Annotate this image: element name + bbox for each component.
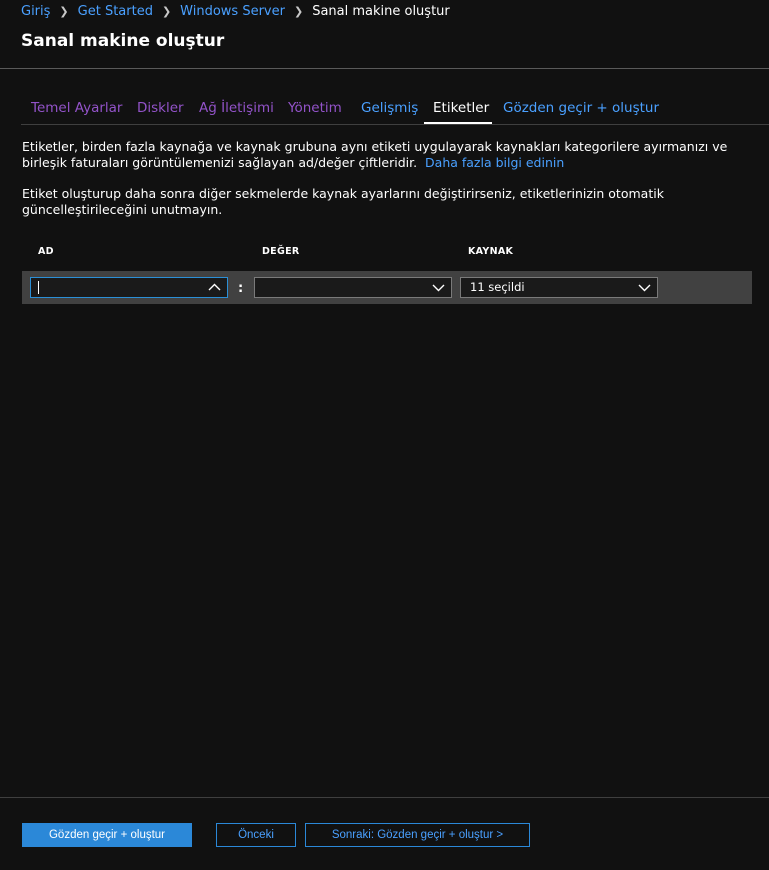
chevron-up-icon[interactable] [208, 282, 221, 293]
tab-networking[interactable]: Ağ İletişimi [199, 97, 274, 119]
chevron-down-icon[interactable] [432, 282, 445, 293]
name-value-separator: : [238, 281, 244, 296]
tab-advanced[interactable]: Gelişmiş [361, 97, 418, 119]
active-tab-indicator [424, 122, 492, 124]
tab-review-create[interactable]: Gözden geçir + oluştur [503, 97, 659, 119]
chevron-right-icon: ❯ [161, 5, 172, 18]
tags-description-text: Etiketler, birden fazla kaynağa ve kayna… [22, 139, 728, 170]
chevron-right-icon: ❯ [59, 5, 69, 18]
previous-button[interactable]: Önceki [216, 823, 296, 847]
learn-more-link[interactable]: Daha fazla bilgi edinin [425, 155, 564, 170]
tag-value-combobox[interactable] [254, 277, 452, 298]
tag-resource-value: 11 seçildi [470, 280, 525, 294]
breadcrumb: Giriş ❯ Get Started ❯ Windows Server ❯ S… [21, 4, 450, 19]
tag-name-combobox[interactable] [30, 277, 228, 298]
tab-basics[interactable]: Temel Ayarlar [31, 97, 122, 119]
tags-note: Etiket oluşturup daha sonra diğer sekmel… [22, 186, 664, 217]
column-header-resource: KAYNAK [468, 246, 514, 257]
breadcrumb-current: Sanal makine oluştur [312, 4, 450, 19]
tag-resource-dropdown[interactable]: 11 seçildi [460, 277, 658, 298]
column-header-value: DEĞER [262, 246, 300, 257]
tags-description: Etiketler, birden fazla kaynağa ve kayna… [22, 139, 747, 171]
tab-management[interactable]: Yönetim [288, 97, 342, 119]
breadcrumb-home[interactable]: Giriş [21, 4, 50, 19]
tab-tags[interactable]: Etiketler [433, 97, 489, 119]
header-divider [0, 68, 769, 69]
breadcrumb-windows-server[interactable]: Windows Server [180, 4, 285, 19]
breadcrumb-get-started[interactable]: Get Started [78, 4, 153, 19]
page-title: Sanal makine oluştur [21, 31, 225, 51]
tab-bar-divider [21, 124, 769, 125]
tab-disks[interactable]: Diskler [137, 97, 184, 119]
chevron-down-icon[interactable] [638, 282, 651, 293]
chevron-right-icon: ❯ [293, 5, 304, 18]
column-header-name: AD [38, 246, 54, 257]
text-cursor [38, 281, 39, 294]
tab-bar: Temel Ayarlar Diskler Ağ İletişimi Yönet… [21, 97, 769, 125]
footer-divider [0, 797, 769, 798]
review-create-button[interactable]: Gözden geçir + oluştur [22, 823, 192, 847]
next-button[interactable]: Sonraki: Gözden geçir + oluştur > [305, 823, 530, 847]
